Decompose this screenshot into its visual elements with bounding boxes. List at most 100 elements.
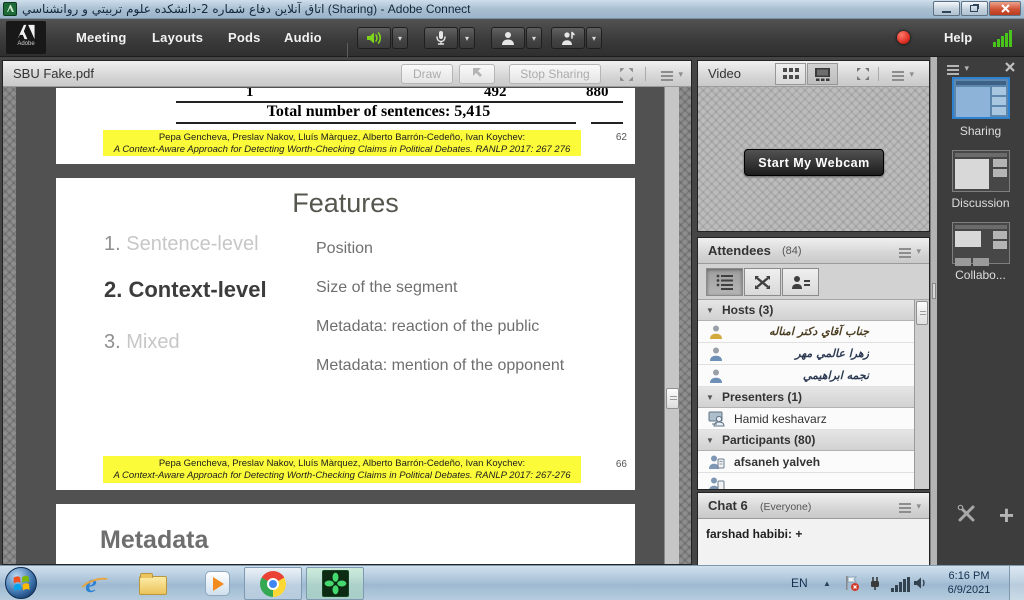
feature-detail: Metadata: mention of the opponent (316, 357, 564, 375)
table-cell: 1 (246, 88, 254, 101)
participant-avatar-icon (708, 476, 725, 489)
slide-page-metadata: Metadata (56, 504, 635, 564)
microphone-dropdown[interactable]: ▾ (459, 27, 475, 49)
pod-options-wrench-icon[interactable] (957, 504, 976, 523)
webcam-dropdown[interactable]: ▾ (526, 27, 542, 49)
slide-title: Features (56, 188, 635, 219)
host-row[interactable]: جناب آقاي دكتر امناله (698, 321, 929, 343)
attendee-list-view-button[interactable] (706, 268, 743, 296)
share-pod-header: SBU Fake.pdf Draw Stop Sharing ▾ (3, 61, 691, 87)
attendees-pod-header: Attendees (84) ▾ (698, 238, 929, 264)
tray-expand-icon[interactable]: ▲ (823, 579, 831, 588)
microphone-button[interactable] (424, 27, 458, 49)
table-cell: 492 (484, 88, 507, 101)
network-signal-icon[interactable] (891, 577, 910, 592)
close-icon (1001, 4, 1010, 13)
media-player-icon[interactable] (202, 569, 232, 598)
file-explorer-icon[interactable] (138, 569, 168, 598)
attendees-scrollbar[interactable] (914, 300, 929, 489)
table-rule (591, 122, 623, 124)
show-desktop-button[interactable] (1009, 566, 1024, 600)
menu-layouts[interactable]: Layouts (152, 19, 203, 57)
layout-sharing-thumbnail[interactable] (952, 77, 1010, 119)
language-indicator[interactable]: EN (791, 576, 808, 590)
layouts-panel-menu[interactable]: ▾ (947, 63, 969, 75)
layout-discussion-label[interactable]: Discussion (937, 196, 1024, 210)
chat-messages[interactable]: farshad habibi: + (698, 519, 929, 565)
power-plug-icon[interactable] (867, 575, 883, 592)
restore-button[interactable] (961, 1, 988, 16)
adobe-connect-icon (322, 570, 349, 597)
start-button[interactable] (5, 567, 37, 599)
chrome-taskbar-button[interactable] (244, 567, 302, 600)
chat-message: farshad habibi: + (706, 527, 802, 541)
presenter-row[interactable]: Hamid keshavarz (698, 408, 929, 430)
help-menu[interactable]: Help (944, 19, 972, 57)
host-avatar-icon (708, 368, 724, 384)
filmstrip-view-button[interactable] (807, 63, 838, 85)
header-separator (645, 67, 646, 81)
attendee-status-view-button[interactable] (782, 268, 819, 296)
citation-highlight: Pepa Gencheva, Preslav Nakov, Lluís Màrq… (103, 456, 581, 483)
attendees-toolbar (698, 264, 929, 300)
participant-row[interactable]: afsaneh yalveh (698, 451, 929, 473)
presenter-avatar-icon (708, 411, 725, 427)
clock-time: 6:16 PM (933, 569, 1005, 583)
layouts-panel-close-icon[interactable] (1004, 61, 1016, 73)
attendees-pod: Attendees (84) ▾ (697, 237, 930, 490)
menubar-separator (347, 43, 348, 57)
splitter-grip-icon[interactable] (932, 283, 936, 299)
video-pod-header: Video ▾ (698, 61, 929, 87)
share-pod-menu[interactable]: ▾ (661, 69, 683, 81)
host-row[interactable]: نجمه ابراهيمي (698, 365, 929, 387)
connection-status-icon[interactable] (993, 30, 1012, 47)
fullscreen-icon[interactable] (619, 67, 634, 82)
layout-sharing-label[interactable]: Sharing (937, 124, 1024, 138)
volume-tray-icon[interactable] (913, 576, 929, 590)
draw-button[interactable]: Draw (401, 64, 453, 84)
app-icon (3, 2, 17, 16)
attendees-pod-menu[interactable]: ▾ (899, 246, 921, 258)
breakout-view-button[interactable] (744, 268, 781, 296)
host-row[interactable]: زهرا عالمي مهر (698, 343, 929, 365)
start-webcam-button[interactable]: Start My Webcam (744, 149, 884, 176)
grid-view-button[interactable] (775, 63, 806, 85)
internet-explorer-icon[interactable]: e (76, 569, 106, 598)
header-separator (878, 67, 879, 81)
chat-pod-menu[interactable]: ▾ (899, 501, 921, 513)
add-layout-button[interactable]: + (999, 505, 1014, 525)
panel-splitter[interactable] (930, 57, 937, 565)
layout-discussion-thumbnail[interactable] (952, 150, 1010, 192)
share-scrollbar[interactable] (664, 87, 679, 564)
table-total-row: Total number of sentences: 5,415 (181, 103, 576, 121)
status-button[interactable] (551, 27, 585, 49)
layout-collaboration-thumbnail[interactable] (952, 222, 1010, 264)
stop-sharing-button[interactable]: Stop Sharing (509, 64, 601, 84)
layout-collaboration-label[interactable]: Collabo... (937, 268, 1024, 282)
minimize-button[interactable] (933, 1, 960, 16)
menu-meeting[interactable]: Meeting (76, 19, 127, 57)
speaker-dropdown[interactable]: ▾ (392, 27, 408, 49)
menu-pods[interactable]: Pods (228, 19, 261, 57)
microphone-icon (435, 30, 447, 46)
pointer-button[interactable] (459, 64, 495, 84)
action-center-flag-icon[interactable] (843, 575, 860, 592)
attendees-scrollbar-thumb[interactable] (916, 301, 928, 325)
menu-audio[interactable]: Audio (284, 19, 322, 57)
close-button[interactable] (989, 1, 1021, 16)
speaker-button[interactable] (357, 27, 391, 49)
presenters-section-header[interactable]: ▼Presenters (1) (698, 387, 929, 408)
attendees-list: ▼Hosts (3) جناب آقاي دكتر امناله زهرا عا… (698, 300, 929, 489)
participants-section-header[interactable]: ▼Participants (80) (698, 430, 929, 451)
share-scrollbar-thumb[interactable] (666, 388, 679, 409)
webcam-button[interactable] (491, 27, 525, 49)
window-title: اتاق آنلاين دفاع شماره 2-دانشكده علوم تر… (22, 2, 471, 16)
taskbar-clock[interactable]: 6:16 PM 6/9/2021 (933, 569, 1005, 597)
hosts-section-header[interactable]: ▼Hosts (3) (698, 300, 929, 321)
video-preview-area: Start My Webcam (698, 87, 929, 231)
adobe-connect-taskbar-button[interactable] (306, 567, 364, 600)
video-pod-menu[interactable]: ▾ (892, 69, 914, 81)
fullscreen-icon[interactable] (856, 67, 870, 81)
status-dropdown[interactable]: ▾ (586, 27, 602, 49)
participant-row-partial[interactable] (698, 473, 929, 489)
